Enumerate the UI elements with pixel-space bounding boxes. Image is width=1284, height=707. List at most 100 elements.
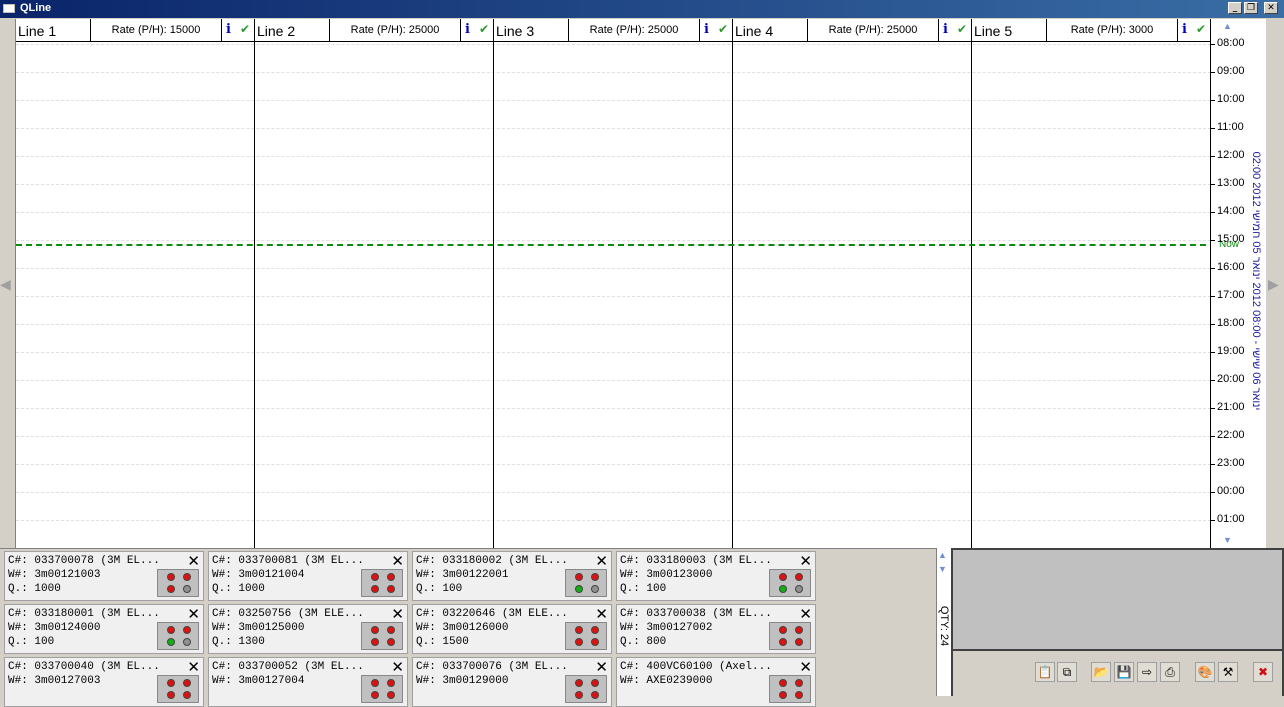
scroll-up-icon[interactable]: ▲ [938, 550, 947, 560]
save-icon[interactable]: 💾 [1114, 662, 1134, 682]
date-range-label: 02:00 2012 ינואר 06 שישי - 08:00 2012 ינ… [1250, 151, 1262, 411]
status-light-icon [591, 573, 599, 581]
close-icon[interactable]: ✕ [187, 552, 200, 570]
scroll-left-icon[interactable]: ◀ [0, 276, 11, 293]
order-card[interactable]: C#: 033700081 (3M EL... W#: 3m00121004 Q.:… [208, 551, 408, 601]
line-column-4[interactable]: Line 4 Rate (P/H): 25000 i ✔ [733, 19, 972, 548]
customer-number: C#: 033700076 (3M EL... [416, 661, 568, 673]
close-icon[interactable]: ✕ [595, 658, 608, 676]
work-order-number: W#: 3m00125000 [212, 622, 305, 634]
check-icon[interactable]: ✔ [1196, 22, 1206, 36]
close-icon[interactable]: ✕ [391, 658, 404, 676]
time-scale[interactable]: ▲ Now ▼ 08:00 09:00 10:00 11:00 12:00 13:00 14… [1210, 19, 1246, 548]
line-name: Line 5 [974, 23, 1013, 39]
close-icon[interactable]: ✕ [187, 605, 200, 623]
status-light-icon [387, 626, 395, 634]
order-card[interactable]: C#: 033180001 (3M EL... W#: 3m00124000 Q.:… [4, 604, 204, 654]
hour-tick [1211, 100, 1215, 101]
scroll-right-icon[interactable]: ▶ [1268, 276, 1279, 293]
open-folder-icon[interactable]: 📂 [1091, 662, 1111, 682]
order-card[interactable]: C#: 033700078 (3M EL... W#: 3m00121003 Q.:… [4, 551, 204, 601]
print-icon[interactable]: ⎙ [1160, 662, 1180, 682]
quantity: Q.: 100 [416, 583, 463, 595]
line-name: Line 2 [257, 23, 296, 39]
close-icon[interactable]: ✕ [595, 605, 608, 623]
status-light-icon [387, 573, 395, 581]
app-icon[interactable] [3, 4, 15, 13]
status-light-icon [371, 679, 379, 687]
status-light-icon [183, 626, 191, 634]
exit-icon[interactable]: ✖ [1253, 662, 1273, 682]
order-card[interactable]: C#: 033700040 (3M EL... W#: 3m00127003 ✕ [4, 657, 204, 707]
hour-label: 19:00 [1217, 345, 1245, 357]
info-icon[interactable]: i [226, 22, 231, 37]
hour-tick [1211, 492, 1215, 493]
hour-tick [1211, 72, 1215, 73]
close-icon[interactable]: ✕ [187, 658, 200, 676]
hour-tick [1211, 324, 1215, 325]
info-icon[interactable]: i [704, 22, 709, 37]
line-column-1[interactable]: Line 1 Rate (P/H): 15000 i ✔ [16, 19, 255, 548]
close-icon[interactable]: ✕ [799, 605, 812, 623]
scroll-down-icon[interactable]: ▼ [1223, 535, 1232, 545]
restore-button[interactable]: ❐ [1244, 2, 1258, 14]
info-icon[interactable]: i [943, 22, 948, 37]
order-card[interactable]: C#: 033180003 (3M EL... W#: 3m00123000 Q.:… [616, 551, 816, 601]
line-header: Line 1 Rate (P/H): 15000 i ✔ [16, 19, 254, 42]
close-icon[interactable]: ✕ [799, 658, 812, 676]
line-column-5[interactable]: Line 5 Rate (P/H): 3000 i ✔ [972, 19, 1211, 548]
status-light-icon [387, 585, 395, 593]
line-header: Line 2 Rate (P/H): 25000 i ✔ [255, 19, 493, 42]
status-light-icon [591, 679, 599, 687]
close-icon[interactable]: ✕ [391, 605, 404, 623]
copy-icon[interactable]: ⧉ [1057, 662, 1077, 682]
hour-label: 16:00 [1217, 261, 1245, 273]
status-lights [361, 622, 403, 650]
check-icon[interactable]: ✔ [957, 22, 967, 36]
order-card[interactable]: C#: 033700052 (3M EL... W#: 3m00127004 ✕ [208, 657, 408, 707]
close-icon[interactable]: ✕ [391, 552, 404, 570]
customer-number: C#: 033700081 (3M EL... [212, 555, 364, 567]
status-light-icon [575, 679, 583, 687]
customer-number: C#: 400VC60100 (Axel... [620, 661, 772, 673]
check-icon[interactable]: ✔ [479, 22, 489, 36]
quantity: Q.: 1000 [8, 583, 61, 595]
order-card[interactable]: C#: 033180002 (3M EL... W#: 3m00122001 Q.:… [412, 551, 612, 601]
customer-number: C#: 033180003 (3M EL... [620, 555, 772, 567]
status-light-icon [575, 638, 583, 646]
export-icon[interactable]: ⇨ [1137, 662, 1157, 682]
line-column-3[interactable]: Line 3 Rate (P/H): 25000 i ✔ [494, 19, 733, 548]
check-icon[interactable]: ✔ [240, 22, 250, 36]
check-icon[interactable]: ✔ [718, 22, 728, 36]
timeline-area[interactable]: Line 1 Rate (P/H): 15000 i ✔ Line 2 Rate… [15, 19, 1211, 548]
hour-tick [1211, 408, 1215, 409]
tools-icon[interactable]: ⚒ [1218, 662, 1238, 682]
palette-icon[interactable]: 🎨 [1195, 662, 1215, 682]
customer-number: C#: 033180002 (3M EL... [416, 555, 568, 567]
status-light-icon [167, 573, 175, 581]
order-card[interactable]: C#: 03220646 (3M ELE... W#: 3m00126000 Q.:… [412, 604, 612, 654]
minimize-button[interactable]: _ [1228, 2, 1242, 14]
close-icon[interactable]: ✕ [799, 552, 812, 570]
close-button[interactable]: ✕ [1264, 2, 1278, 14]
close-icon[interactable]: ✕ [595, 552, 608, 570]
clipboard-icon[interactable]: 📋 [1035, 662, 1055, 682]
order-card[interactable]: C#: 033700076 (3M EL... W#: 3m00129000 ✕ [412, 657, 612, 707]
order-card[interactable]: C#: 033700038 (3M EL... W#: 3m00127002 Q.:… [616, 604, 816, 654]
scroll-down-icon[interactable]: ▼ [938, 564, 947, 574]
quantity: Q.: 800 [620, 636, 667, 648]
order-card[interactable]: C#: 03250756 (3M ELE... W#: 3m00125000 Q.:… [208, 604, 408, 654]
line-column-2[interactable]: Line 2 Rate (P/H): 25000 i ✔ [255, 19, 494, 548]
scroll-up-icon[interactable]: ▲ [1223, 21, 1232, 31]
orders-panel[interactable]: C#: 033700078 (3M EL... W#: 3m00121003 Q.:… [0, 548, 936, 707]
hour-label: 15:00 [1217, 233, 1245, 245]
status-light-icon [795, 626, 803, 634]
info-icon[interactable]: i [1182, 22, 1187, 37]
line-name: Line 3 [496, 23, 535, 39]
status-light-icon [575, 626, 583, 634]
status-light-icon [779, 585, 787, 593]
info-icon[interactable]: i [465, 22, 470, 37]
customer-number: C#: 033700078 (3M EL... [8, 555, 160, 567]
order-card[interactable]: C#: 400VC60100 (Axel... W#: AXE0239000 ✕ [616, 657, 816, 707]
hour-label: 09:00 [1217, 65, 1245, 77]
